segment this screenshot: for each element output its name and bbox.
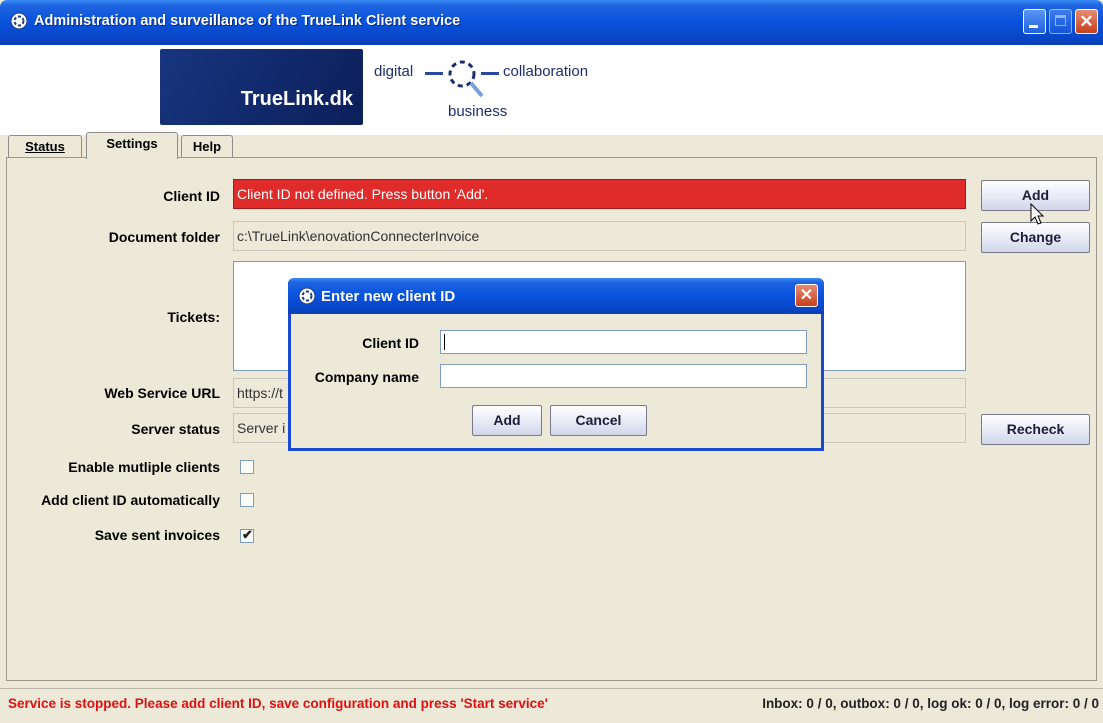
mouse-cursor-icon bbox=[1030, 203, 1045, 225]
tagline-business: business bbox=[448, 103, 508, 120]
tab-bar: Status Settings Help bbox=[0, 132, 1103, 159]
tab-help-label: Help bbox=[192, 139, 222, 154]
dialog-title-bar[interactable]: Enter new client ID ✕ bbox=[288, 278, 824, 314]
status-message: Service is stopped. Please add client ID… bbox=[8, 696, 548, 711]
add-client-id-automatically-label: Add client ID automatically bbox=[41, 492, 220, 508]
enable-multiple-clients-label: Enable mutliple clients bbox=[68, 459, 220, 475]
maximize-button[interactable] bbox=[1049, 9, 1072, 34]
window-title: Administration and surveillance of the T… bbox=[34, 13, 461, 29]
save-sent-invoices-checkbox[interactable]: ✔ bbox=[240, 527, 254, 543]
dialog-company-name-input[interactable] bbox=[440, 364, 807, 388]
header-banner: TrueLink.dk digital collaboration busine… bbox=[0, 45, 1103, 135]
tab-status-label: Status bbox=[25, 139, 65, 154]
status-bar: Service is stopped. Please add client ID… bbox=[0, 688, 1103, 723]
dialog-company-name-label: Company name bbox=[314, 369, 419, 385]
enter-client-id-dialog: Enter new client ID ✕ Client ID Company … bbox=[288, 278, 824, 451]
tagline-digital: digital bbox=[374, 63, 414, 80]
tagline-collaboration: collaboration bbox=[503, 63, 589, 80]
save-sent-invoices-label: Save sent invoices bbox=[94, 527, 220, 543]
main-window: Administration and surveillance of the T… bbox=[0, 0, 1103, 722]
dialog-add-button[interactable]: Add bbox=[472, 405, 542, 436]
tab-status[interactable]: Status bbox=[8, 135, 82, 158]
app-icon bbox=[298, 287, 316, 305]
close-icon: ✕ bbox=[1079, 12, 1094, 31]
web-service-url-label: Web Service URL bbox=[104, 385, 220, 401]
document-folder-field[interactable]: c:\TrueLink\enovationConnecterInvoice bbox=[233, 221, 966, 251]
logo-text: TrueLink.dk bbox=[240, 88, 353, 110]
client-id-field[interactable]: Client ID not defined. Press button 'Add… bbox=[233, 179, 966, 209]
tab-help[interactable]: Help bbox=[181, 135, 233, 158]
app-icon bbox=[10, 12, 28, 30]
add-client-id-automatically-checkbox[interactable] bbox=[240, 493, 254, 507]
truelink-logo: TrueLink.dk bbox=[160, 49, 363, 125]
checkmark-icon: ✔ bbox=[242, 527, 253, 542]
dialog-title: Enter new client ID bbox=[321, 288, 456, 305]
text-caret bbox=[444, 334, 445, 350]
tab-settings[interactable]: Settings bbox=[86, 132, 178, 159]
dialog-cancel-button[interactable]: Cancel bbox=[550, 405, 647, 436]
dialog-client-id-label: Client ID bbox=[362, 335, 419, 351]
tab-settings-label: Settings bbox=[106, 136, 158, 151]
server-status-label: Server status bbox=[131, 421, 220, 437]
document-folder-label: Document folder bbox=[108, 229, 220, 245]
minimize-button[interactable] bbox=[1023, 9, 1046, 34]
dialog-client-id-input[interactable] bbox=[440, 330, 807, 354]
status-counters: Inbox: 0 / 0, outbox: 0 / 0, log ok: 0 /… bbox=[762, 696, 1099, 711]
recheck-button[interactable]: Recheck bbox=[981, 414, 1090, 445]
client-id-label: Client ID bbox=[163, 188, 220, 204]
close-icon: ✕ bbox=[799, 287, 814, 304]
title-bar[interactable]: Administration and surveillance of the T… bbox=[0, 0, 1103, 45]
dialog-close-button[interactable]: ✕ bbox=[795, 284, 818, 307]
close-button[interactable]: ✕ bbox=[1075, 9, 1098, 34]
enable-multiple-clients-checkbox[interactable] bbox=[240, 460, 254, 474]
tickets-label: Tickets: bbox=[167, 309, 220, 325]
